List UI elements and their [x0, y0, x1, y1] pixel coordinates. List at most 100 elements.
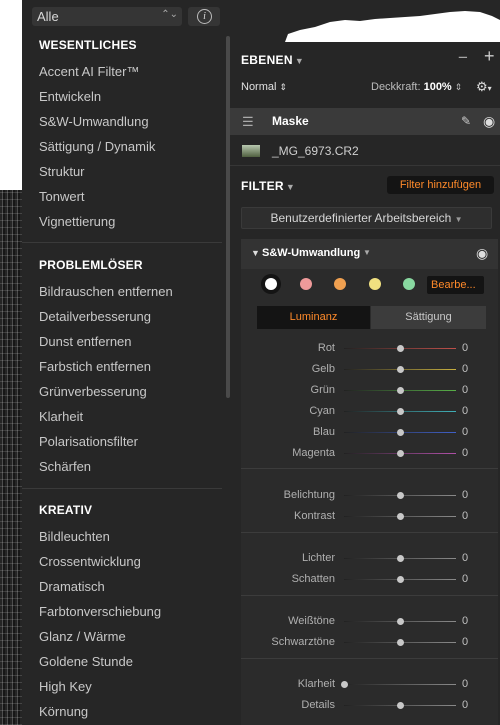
chevron-down-icon[interactable]: ▼	[363, 248, 371, 257]
chevron-down-icon: ▼	[285, 182, 296, 192]
slider-value: 0	[462, 699, 469, 711]
eye-icon[interactable]: ◉	[476, 245, 488, 262]
section-divider	[22, 242, 222, 243]
layer-row[interactable]: _MG_6973.CR2	[230, 138, 500, 164]
opacity-control[interactable]: Deckkraft: 100% ⇕	[371, 81, 462, 93]
section-divider	[22, 488, 222, 489]
slider-value: 0	[462, 342, 469, 354]
filter-list-item[interactable]: Entwickeln	[39, 89, 101, 104]
color-preset-swatch[interactable]	[403, 278, 415, 290]
filter-list-item[interactable]: Polarisationsfilter	[39, 434, 138, 449]
slider-group-divider	[241, 532, 498, 533]
mask-row[interactable]: ☰ Maske ✎ ◉	[230, 108, 500, 135]
chevron-down-icon: ▼	[294, 56, 305, 66]
filter-list-item[interactable]: Glanz / Wärme	[39, 629, 126, 644]
slider-track[interactable]	[344, 684, 456, 685]
slider-knob[interactable]	[397, 345, 404, 352]
info-icon: i	[197, 9, 212, 24]
slider-knob[interactable]	[397, 639, 404, 646]
slider-knob[interactable]	[397, 429, 404, 436]
slider-knob[interactable]	[397, 366, 404, 373]
color-preset-swatch[interactable]	[334, 278, 346, 290]
filter-list-item[interactable]: Körnung	[39, 704, 88, 719]
blend-mode-value: Normal	[241, 81, 277, 93]
slider-label: Rot	[317, 342, 335, 354]
slider-value: 0	[462, 552, 469, 564]
updown-chevron-icon: ⇕	[279, 82, 288, 92]
updown-chevron-icon: ⌃⌄	[161, 9, 178, 20]
filter-list-item[interactable]: Vignettierung	[39, 214, 115, 229]
slider-value: 0	[462, 447, 469, 459]
mask-label: Maske	[272, 114, 309, 128]
filter-list-item[interactable]: Farbtonverschiebung	[39, 604, 161, 619]
filter-list-item[interactable]: Struktur	[39, 164, 85, 179]
slider-label: Lichter	[301, 552, 335, 564]
slider-label: Blau	[312, 426, 335, 438]
filter-list-item[interactable]: Bildrauschen entfernen	[39, 284, 173, 299]
filter-list-item[interactable]: Crossentwicklung	[39, 554, 141, 569]
add-filter-button[interactable]: Filter hinzufügen	[387, 176, 494, 194]
slider-knob[interactable]	[397, 555, 404, 562]
filter-list-item[interactable]: Grünverbesserung	[39, 384, 147, 399]
edit-preset-button[interactable]: Bearbe...	[427, 276, 484, 294]
section-title-1: PROBLEMLÖSER	[39, 258, 143, 272]
opacity-value: 100%	[423, 81, 452, 93]
filter-list-item[interactable]: Farbstich entfernen	[39, 359, 151, 374]
filter-list-item[interactable]: Dramatisch	[39, 579, 105, 594]
info-button[interactable]: i	[188, 7, 220, 26]
slider-knob[interactable]	[397, 702, 404, 709]
eye-icon[interactable]: ◉	[483, 113, 495, 130]
slider-knob[interactable]	[397, 576, 404, 583]
brush-icon[interactable]: ✎	[461, 114, 471, 128]
layers-header[interactable]: EBENEN ▼	[241, 53, 304, 67]
filter-list-item[interactable]: S&W-Umwandlung	[39, 114, 149, 129]
filter-list-item[interactable]: Sättigung / Dynamik	[39, 139, 155, 154]
layers-title: EBENEN	[241, 53, 293, 67]
slider-value: 0	[462, 489, 469, 501]
slider-knob[interactable]	[397, 450, 404, 457]
tab-saettigung[interactable]: Sättigung	[371, 306, 486, 329]
color-preset-swatch[interactable]	[265, 278, 277, 290]
slider-value: 0	[462, 678, 469, 690]
filter-list-item[interactable]: Bildleuchten	[39, 529, 110, 544]
slider-value: 0	[462, 510, 469, 522]
filter-list-item[interactable]: Dunst entfernen	[39, 334, 132, 349]
tab-luminanz[interactable]: Luminanz	[257, 306, 370, 329]
slider-knob[interactable]	[397, 387, 404, 394]
slider-value: 0	[462, 363, 469, 375]
filter-list-item[interactable]: Detailverbesserung	[39, 309, 151, 324]
collapse-triangle-icon[interactable]: ▼	[251, 248, 260, 258]
blend-mode-select[interactable]: Normal ⇕	[241, 81, 287, 93]
slider-knob[interactable]	[397, 408, 404, 415]
workspace-label: Benutzerdefinierter Arbeitsbereich	[270, 211, 452, 225]
filter-list-item[interactable]: Accent AI Filter™	[39, 64, 139, 79]
slider-label: Weißtöne	[288, 615, 335, 627]
photo-preview	[0, 0, 22, 725]
layer-options-gear-icon[interactable]: ⚙▾	[476, 79, 492, 95]
slider-label: Magenta	[292, 447, 335, 459]
slider-knob[interactable]	[397, 492, 404, 499]
filter-list-item[interactable]: Klarheit	[39, 409, 83, 424]
color-preset-swatch[interactable]	[300, 278, 312, 290]
filter-header[interactable]: FILTER ▼	[241, 179, 295, 193]
filter-list-item[interactable]: High Key	[39, 679, 92, 694]
filter-list-item[interactable]: Tonwert	[39, 189, 85, 204]
filter-list-item[interactable]: Goldene Stunde	[39, 654, 133, 669]
filter-list-item[interactable]: Schärfen	[39, 459, 91, 474]
filter-name: S&W-Umwandlung	[262, 247, 361, 259]
slider-knob[interactable]	[397, 513, 404, 520]
remove-layer-icon[interactable]: −	[458, 48, 468, 68]
slider-knob[interactable]	[341, 681, 348, 688]
slider-group-divider	[241, 468, 498, 469]
slider-label: Cyan	[309, 405, 335, 417]
slider-knob[interactable]	[397, 618, 404, 625]
color-preset-swatch[interactable]	[369, 278, 381, 290]
category-select[interactable]: Alle ⌃⌄	[32, 7, 182, 26]
sliders-icon: ☰	[242, 114, 254, 129]
filter-panel-header[interactable]: ▼ S&W-Umwandlung ▼ ◉	[241, 239, 498, 269]
slider-value: 0	[462, 636, 469, 648]
add-layer-icon[interactable]: +	[484, 46, 495, 67]
filter-title: FILTER	[241, 179, 284, 193]
workspace-select[interactable]: Benutzerdefinierter Arbeitsbereich ▼	[241, 207, 492, 229]
category-select-value: Alle	[37, 9, 59, 24]
